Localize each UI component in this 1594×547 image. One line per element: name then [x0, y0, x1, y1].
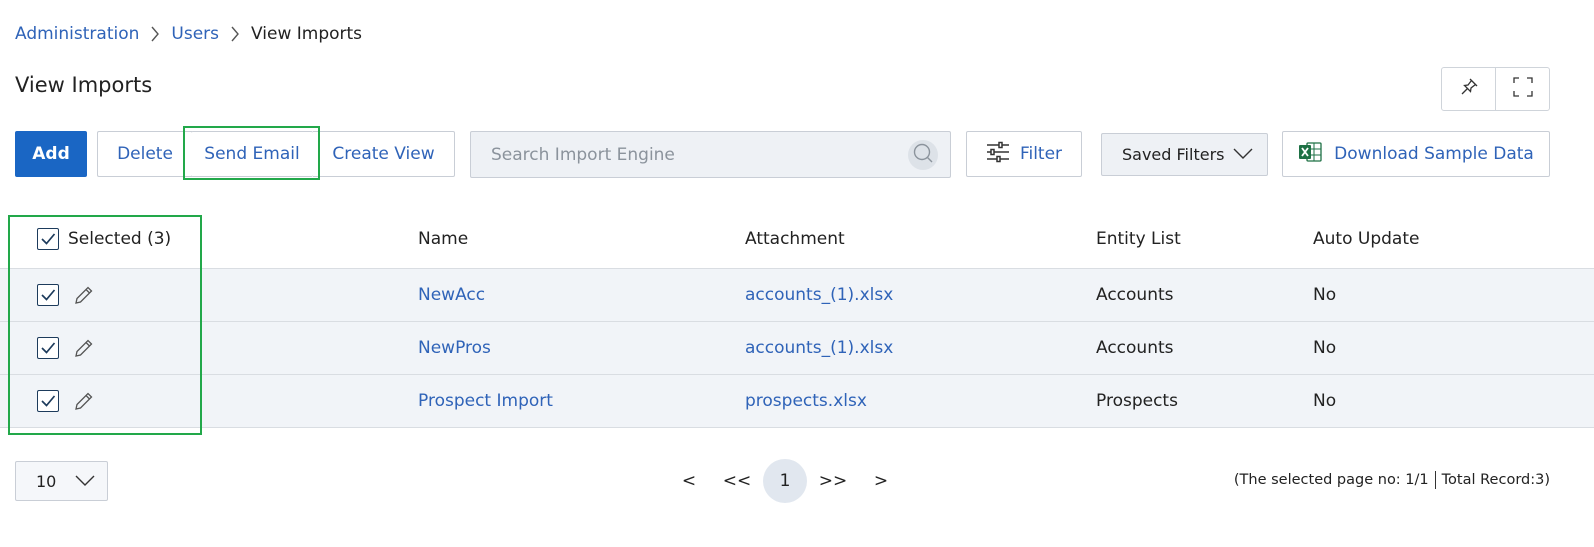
saved-filters-dropdown[interactable]: Saved Filters [1101, 133, 1268, 176]
page-info: (The selected page no: 1/1 Total Record:… [1234, 471, 1550, 489]
search-button[interactable] [908, 140, 938, 170]
select-all-cell: Selected (3) [0, 228, 418, 250]
table-row: NewPros accounts_(1).xlsx Accounts No [0, 322, 1594, 375]
send-email-button[interactable]: Send Email [191, 131, 313, 177]
selected-count: Selected (3) [68, 229, 172, 249]
row-checkbox[interactable] [37, 284, 59, 306]
breadcrumb-current: View Imports [251, 24, 363, 44]
download-sample-data-button[interactable]: Download Sample Data [1282, 131, 1550, 177]
search-input[interactable] [491, 144, 891, 165]
column-header-entity-list[interactable]: Entity List [1096, 229, 1313, 249]
row-actions [0, 390, 418, 412]
imports-table: Selected (3) Name Attachment Entity List… [0, 210, 1594, 428]
breadcrumb-administration[interactable]: Administration [15, 24, 139, 44]
fullscreen-button[interactable] [1495, 68, 1549, 110]
page-title: View Imports [15, 73, 153, 97]
divider [1434, 471, 1436, 489]
next-page-button[interactable]: > [857, 471, 905, 491]
table-row: Prospect Import prospects.xlsx Prospects… [0, 375, 1594, 428]
column-header-name[interactable]: Name [418, 229, 745, 249]
table-header: Selected (3) Name Attachment Entity List… [0, 210, 1594, 269]
row-actions [0, 284, 418, 306]
first-page-button[interactable]: << [713, 471, 761, 491]
page-size-select[interactable]: 10 [15, 461, 108, 501]
row-attachment-link[interactable]: accounts_(1).xlsx [745, 285, 1096, 305]
selected-page-info: (The selected page no: 1/1 [1233, 472, 1429, 488]
create-view-button[interactable]: Create View [313, 131, 455, 177]
search-box [470, 131, 951, 178]
saved-filters-label: Saved Filters [1122, 145, 1225, 164]
excel-icon [1298, 141, 1322, 168]
breadcrumb-users[interactable]: Users [171, 24, 219, 44]
pin-button[interactable] [1442, 68, 1495, 110]
filter-button[interactable]: Filter [966, 131, 1082, 177]
table-row: NewAcc accounts_(1).xlsx Accounts No [0, 269, 1594, 322]
row-checkbox[interactable] [37, 337, 59, 359]
row-entity-list: Accounts [1096, 285, 1174, 305]
row-attachment-link[interactable]: prospects.xlsx [745, 391, 1096, 411]
row-attachment-link[interactable]: accounts_(1).xlsx [745, 338, 1096, 358]
row-name-link[interactable]: NewAcc [418, 285, 745, 305]
row-actions [0, 337, 418, 359]
select-all-checkbox[interactable] [37, 228, 59, 250]
filter-icon [986, 141, 1010, 168]
row-name-link[interactable]: NewPros [418, 338, 745, 358]
row-auto-update: No [1313, 338, 1337, 358]
search-icon [912, 142, 934, 168]
delete-button[interactable]: Delete [97, 131, 192, 177]
column-header-attachment[interactable]: Attachment [745, 229, 1096, 249]
page-size-value: 10 [36, 471, 57, 491]
edit-icon[interactable] [73, 390, 95, 412]
download-label: Download Sample Data [1334, 144, 1534, 164]
chevron-right-icon [219, 22, 251, 46]
column-header-auto-update[interactable]: Auto Update [1313, 229, 1594, 249]
edit-icon[interactable] [73, 284, 95, 306]
current-page-button[interactable]: 1 [763, 459, 807, 503]
row-checkbox[interactable] [37, 390, 59, 412]
filter-label: Filter [1019, 144, 1063, 164]
breadcrumb: Administration Users View Imports [15, 22, 362, 46]
total-record-info: Total Record:3) [1441, 472, 1550, 488]
row-name-link[interactable]: Prospect Import [418, 391, 745, 411]
row-entity-list: Prospects [1096, 391, 1178, 411]
prev-page-button[interactable]: < [665, 471, 713, 491]
edit-icon[interactable] [73, 337, 95, 359]
last-page-button[interactable]: >> [809, 471, 857, 491]
pin-icon [1458, 76, 1480, 102]
chevron-right-icon [139, 22, 171, 46]
row-auto-update: No [1313, 391, 1337, 411]
row-entity-list: Accounts [1096, 338, 1174, 358]
chevron-down-icon [1233, 145, 1253, 164]
chevron-down-icon [75, 472, 95, 491]
add-button[interactable]: Add [15, 131, 87, 177]
view-controls [1441, 67, 1550, 111]
pagination: < << 1 >> > [665, 459, 905, 503]
row-auto-update: No [1313, 285, 1337, 305]
expand-icon [1512, 76, 1534, 102]
